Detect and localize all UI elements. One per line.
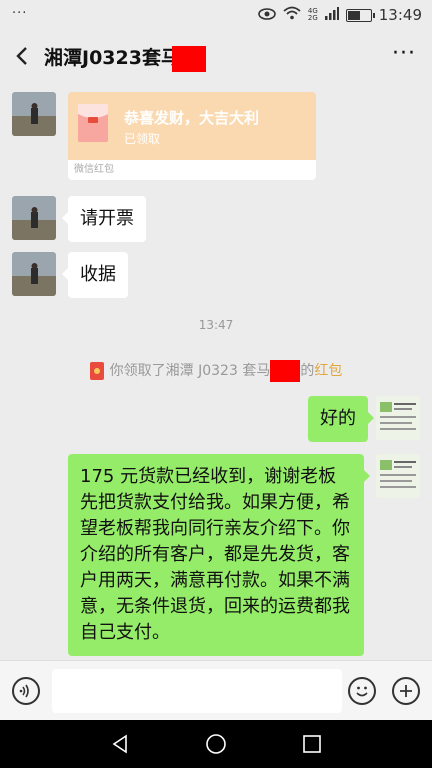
red-packet-title: 恭喜发财，大吉大利 [124,109,260,127]
system-message: 你领取了湘潭 J0323 套马 的红包 [0,360,432,382]
contact-avatar[interactable] [12,196,56,240]
chat-title-text: 湘潭J0323套马 [44,47,180,69]
message-bubble-long[interactable]: 175 元货款已经收到，谢谢老板先把货款支付给我。如果方便，希望老板帮我向同行亲… [68,454,370,656]
message-text: 请开票 [80,208,134,229]
message-bubble-ok[interactable]: 好的 [308,396,374,442]
voice-icon[interactable] [12,677,40,705]
red-packet-body: 恭喜发财，大吉大利 已领取 [68,92,316,160]
my-avatar[interactable] [376,454,420,498]
status-time: 13:49 [378,6,422,24]
system-nav-bar [0,720,432,768]
triangle-back-icon[interactable] [108,732,132,756]
network-2g-label: 2G [307,14,318,22]
message-text: 好的 [320,408,356,429]
notification-dots: ··· [12,6,28,21]
wifi-icon [283,6,301,24]
more-options-icon[interactable]: ··· [392,43,416,65]
red-packet-link[interactable]: 红包 [314,363,342,379]
chevron-left-icon[interactable] [12,42,32,70]
message-input[interactable] [52,669,342,713]
status-icons: 4G 2G 13:49 [258,6,422,24]
plus-icon[interactable] [392,677,420,705]
message-bubble-receipt[interactable]: 收据 [62,252,128,298]
input-bar [0,660,432,721]
eye-icon [258,6,276,24]
red-packet-footer: 微信红包 [68,160,316,180]
battery-icon [345,8,375,22]
my-avatar[interactable] [376,396,420,440]
signal-icon [324,6,339,24]
redaction-block [270,360,301,382]
status-bar: ··· 4G 2G 13:49 [0,0,432,32]
network-type: 4G 2G [308,8,318,22]
emoji-icon[interactable] [348,677,376,705]
square-recent-icon[interactable] [300,732,324,756]
red-packet-message[interactable]: 恭喜发财，大吉大利 已领取 微信红包 [68,92,316,180]
message-text: 收据 [80,264,116,285]
contact-avatar[interactable] [12,92,56,136]
system-message-prefix: 你领取了湘潭 J0323 套马 [109,363,271,379]
contact-avatar[interactable] [12,252,56,296]
message-text: 175 元货款已经收到，谢谢老板先把货款支付给我。如果方便，希望老板帮我向同行亲… [80,466,350,643]
chat-timestamp: 13:47 [198,318,234,332]
red-packet-small-icon [89,362,104,380]
system-message-suffix: 的 [300,363,315,379]
red-packet-status: 已领取 [124,132,161,146]
redaction-block [171,45,206,72]
red-envelope-icon [78,104,108,142]
circle-home-icon[interactable] [204,732,228,756]
chat-title: 湘潭J0323套马 [44,43,206,72]
message-bubble-invoice[interactable]: 请开票 [62,196,146,242]
chat-header: 湘潭J0323套马 ··· [0,32,432,80]
